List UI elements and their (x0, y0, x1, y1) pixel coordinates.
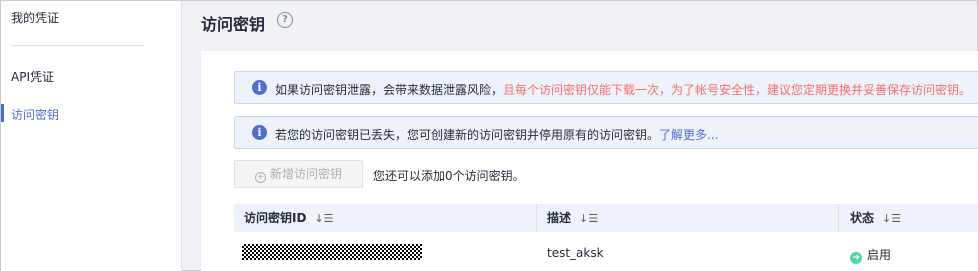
masked-key-id (242, 244, 422, 260)
notice-text: 若您的访问密钥已丢失，您可创建新的访问密钥并停用原有的访问密钥。了解更多... (275, 126, 718, 143)
notice-normal-text: 若您的访问密钥已丢失，您可创建新的访问密钥并停用原有的访问密钥。 (275, 128, 660, 142)
sidebar-item-api-credentials[interactable]: API凭证 (11, 68, 54, 85)
column-header-status[interactable]: 状态 ↓☰ (850, 204, 901, 232)
info-icon: i (252, 125, 267, 140)
content-panel: i 如果访问密钥泄露，会带来数据泄露风险，且每个访问密钥仅能下载一次，为了帐号安… (201, 51, 978, 271)
sidebar-active-indicator (1, 104, 4, 122)
column-separator (536, 204, 537, 232)
info-icon: i (252, 80, 267, 95)
notice-normal-text: 如果访问密钥泄露，会带来数据泄露风险， (275, 83, 504, 97)
add-access-key-label: 新增访问密钥 (269, 167, 342, 181)
row-status-label: 启用 (867, 248, 892, 262)
notice-leak-warning: i 如果访问密钥泄露，会带来数据泄露风险，且每个访问密钥仅能下载一次，为了帐号安… (234, 71, 978, 104)
main-area: 访问密钥 ? i 如果访问密钥泄露，会带来数据泄露风险，且每个访问密钥仅能下载一… (183, 1, 978, 271)
table-row: test_aksk ➜ 启用 (234, 232, 978, 271)
check-circle-icon: ➜ (850, 252, 862, 264)
plus-circle-icon: + (254, 172, 266, 183)
row-status: ➜ 启用 (850, 246, 891, 264)
sort-icon[interactable]: ↓☰ (314, 212, 333, 225)
table-header: 访问密钥ID ↓☰ 描述 ↓☰ 状态 ↓☰ (234, 204, 978, 232)
sidebar-divider (11, 45, 144, 46)
help-icon[interactable]: ? (277, 12, 293, 28)
sort-icon[interactable]: ↓☰ (579, 212, 598, 225)
notice-text: 如果访问密钥泄露，会带来数据泄露风险，且每个访问密钥仅能下载一次，为了帐号安全性… (275, 81, 971, 98)
notice-lost-key: i 若您的访问密钥已丢失，您可创建新的访问密钥并停用原有的访问密钥。了解更多..… (234, 116, 978, 149)
column-header-key-id[interactable]: 访问密钥ID ↓☰ (244, 204, 334, 232)
row-description: test_aksk (547, 246, 604, 260)
learn-more-link[interactable]: 了解更多... (659, 128, 718, 142)
sidebar-item-access-keys[interactable]: 访问密钥 (11, 106, 59, 123)
page-title: 访问密钥 (201, 15, 266, 34)
quota-text: 您还可以添加0个访问密钥。 (373, 169, 525, 183)
sidebar: 我的凭证 API凭证 访问密钥 (1, 1, 182, 271)
notice-warning-text: 且每个访问密钥仅能下载一次，为了帐号安全性，建议您定期更换并妥善保存访问密钥。 (503, 83, 972, 97)
sort-icon[interactable]: ↓☰ (882, 212, 901, 225)
sidebar-title: 我的凭证 (11, 11, 60, 25)
add-access-key-button[interactable]: + 新增访问密钥 (234, 160, 363, 188)
column-separator (838, 204, 839, 232)
column-header-description[interactable]: 描述 ↓☰ (547, 204, 598, 232)
